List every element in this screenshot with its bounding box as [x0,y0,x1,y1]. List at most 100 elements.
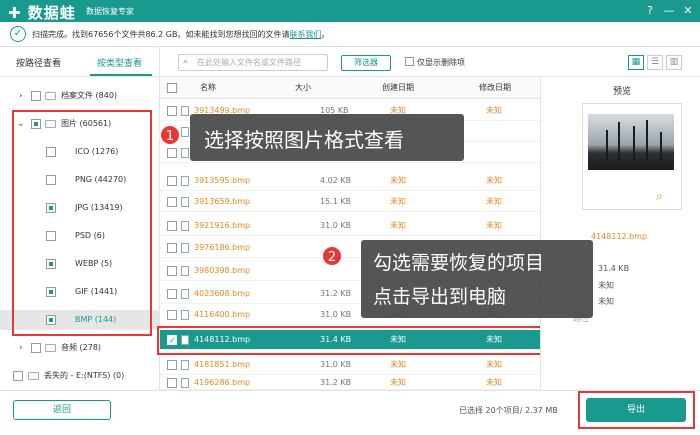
table-row[interactable]: 4181851.bmp 31.0 KB 未知 未知 [160,355,540,375]
tab-underline [90,74,152,76]
file-created: 未知 [390,221,406,230]
checkbox[interactable] [46,203,56,213]
grid-view-icon[interactable]: ▦ [628,55,644,70]
row-checkbox[interactable] [167,360,177,370]
checkbox[interactable] [31,343,41,353]
scan-status-bar: ✓ 扫描完成。找到67656个文件共86.2 GB。如未能找到您想找回的文件请联… [0,22,700,47]
file-icon [181,266,189,276]
checkbox[interactable] [46,259,56,269]
tree-item-gif[interactable]: GIF (1441) [0,282,160,302]
file-modified: 未知 [486,106,502,115]
check-icon: ✓ [10,26,26,42]
file-modified: 未知 [486,335,502,344]
checkbox[interactable] [31,119,41,129]
close-icon[interactable]: ✕ [681,4,695,18]
step-badge-1: 1 [159,124,181,146]
row-checkbox[interactable] [167,243,177,253]
file-created: 未知 [390,378,406,387]
only-deleted-label: 仅显示删除项 [417,58,465,67]
row-checkbox[interactable] [167,378,177,388]
checkbox[interactable] [46,147,56,157]
column-modified[interactable]: 修改日期 [479,82,511,93]
tree-item-audio[interactable]: › 音频 (278) [0,338,160,358]
file-modified: 未知 [486,221,502,230]
tree-item-ico[interactable]: ICO (1276) [0,142,160,162]
export-button[interactable]: 导出 [586,398,686,422]
search-input[interactable]: 在此处输入文件名或文件路径 [178,54,328,71]
tree-item-psd[interactable]: PSD (6) [0,226,160,246]
tree-item-webp[interactable]: WEBP (5) [0,254,160,274]
checkbox[interactable] [13,371,23,381]
only-deleted-toggle[interactable]: 仅显示删除项 [405,57,465,68]
checkbox[interactable] [46,231,56,241]
tab-by-type[interactable]: 按类型查看 [97,56,142,69]
checkbox[interactable] [31,91,41,101]
row-checkbox[interactable] [167,221,177,231]
file-icon [181,221,189,231]
file-name: 4196286.bmp [194,378,251,387]
chevron-right-icon[interactable]: › [19,86,23,106]
help-icon[interactable]: ? [643,4,657,18]
file-icon [181,310,189,320]
tree-item-lost[interactable]: 丢失的 - E:(NTFS) (0) [0,366,160,386]
tree-item-jpg[interactable]: JPG (13419) [0,198,160,218]
select-all-checkbox[interactable] [167,83,177,93]
table-row[interactable]: 3913595.bmp 4.02 KB 未知 未知 [160,171,540,191]
detail-view-icon[interactable]: ▥ [666,55,682,70]
chevron-down-icon[interactable]: ⌄ [17,114,25,134]
back-button[interactable]: 返回 [13,400,111,420]
file-modified: 未知 [486,360,502,369]
chevron-right-icon[interactable]: › [19,338,23,358]
tree-item-png[interactable]: PNG (44270) [0,170,160,190]
tree-item-label: ICO (1276) [75,147,119,156]
column-name[interactable]: 名称 [200,82,216,93]
table-row[interactable]: 4196286.bmp 31.2 KB 未知 未知 [160,375,540,390]
file-name: 4116400.bmp [194,310,251,319]
row-checkbox[interactable] [167,331,177,351]
column-size[interactable]: 大小 [295,82,311,93]
title-bar: ✚ 数据蛙 数据恢复专家 ? — ✕ [0,0,700,22]
checkbox[interactable] [46,315,56,325]
table-row[interactable]: 3913659.bmp 15.1 KB 未知 未知 [160,192,540,212]
row-checkbox[interactable] [167,176,177,186]
app-subtitle: 数据恢复专家 [86,7,134,16]
row-checkbox[interactable] [167,197,177,207]
filter-button[interactable]: 筛选器 [341,55,391,71]
tree-item-images[interactable]: ⌄ 图片 (60561) [0,114,160,134]
folder-icon [28,372,39,380]
tree-item-label: 丢失的 - E:(NTFS) (0) [44,371,125,380]
file-name: 3913595.bmp [194,176,251,185]
tree-item-bmp[interactable]: BMP (144) [0,310,160,330]
preview-image [588,114,674,170]
column-created[interactable]: 创建日期 [382,82,414,93]
checkbox[interactable] [46,287,56,297]
row-checkbox[interactable] [167,289,177,299]
file-icon [181,243,189,253]
folder-icon [45,92,56,100]
file-size: 31.0 KB [320,310,352,319]
zoom-icon[interactable]: ⌕ [656,189,663,204]
row-checkbox[interactable] [167,148,177,158]
tree-item-archive[interactable]: › 档案文件 (840) [0,86,160,106]
file-created: 未知 [390,360,406,369]
checkbox[interactable] [46,175,56,185]
row-checkbox[interactable] [167,310,177,320]
file-name: 4023608.bmp [194,289,251,298]
minimize-icon[interactable]: — [662,4,676,18]
tree-item-label: BMP (144) [75,315,117,324]
table-row-selected[interactable]: 4148112.bmp 31.4 KB 未知 未知 [160,330,540,351]
list-view-icon[interactable]: ☰ [647,55,663,70]
preview-title: 预览 [613,87,632,97]
tree-item-label: 图片 (60561) [61,119,112,128]
table-row[interactable]: 3921916.bmp 31.0 KB 未知 未知 [160,216,540,236]
file-size: 15.1 KB [320,197,352,206]
tab-by-path[interactable]: 按路径查看 [16,56,61,69]
file-name: 3913659.bmp [194,197,251,206]
preview-modified: 未知 [598,297,614,306]
callout-step-2: 勾选需要恢复的项目 点击导出到电脑 [361,240,593,318]
view-tabs: 按路径查看 按类型查看 [0,47,160,77]
row-checkbox[interactable] [167,266,177,276]
contact-us-link[interactable]: 联系我们 [290,30,322,39]
checkbox[interactable] [405,57,414,66]
row-checkbox[interactable] [167,106,177,116]
